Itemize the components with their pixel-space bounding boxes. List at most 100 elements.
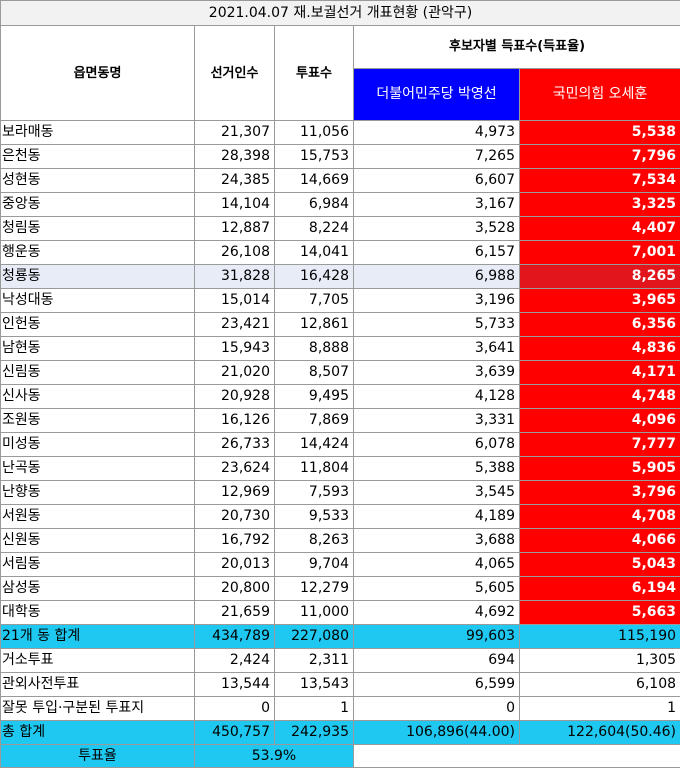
grand-total-row: 총 합계450,757242,935106,896(44.00)122,604(… [1,721,680,745]
district-name: 성현동 [1,169,195,193]
table-row: 난곡동23,62411,8045,3885,905 [1,457,680,481]
candidate-1-votes: 3,196 [354,289,520,313]
votes-count: 227,080 [275,625,354,649]
header-candidate-2: 국민의힘 오세훈 [520,69,680,121]
title-row: 2021.04.07 재.보궐선거 개표현황 (관악구) [1,1,680,26]
votes-count: 242,935 [275,721,354,745]
district-name: 남현동 [1,337,195,361]
candidate-2-votes: 5,043 [520,553,680,577]
district-name: 대학동 [1,601,195,625]
votes-count: 9,704 [275,553,354,577]
candidate-1-votes: 4,065 [354,553,520,577]
district-name: 행운동 [1,241,195,265]
votes-count: 8,507 [275,361,354,385]
district-name: 신사동 [1,385,195,409]
voters-count: 14,104 [195,193,275,217]
sheet-title: 2021.04.07 재.보궐선거 개표현황 (관악구) [1,1,680,26]
candidate-1-votes: 3,167 [354,193,520,217]
voters-count: 31,828 [195,265,275,289]
candidate-2-votes: 115,190 [520,625,680,649]
voters-count: 13,544 [195,673,275,697]
table-row: 난향동12,9697,5933,5453,796 [1,481,680,505]
voters-count: 0 [195,697,275,721]
candidate-1-votes: 0 [354,697,520,721]
votes-count: 11,056 [275,121,354,145]
table-row: 서림동20,0139,7044,0655,043 [1,553,680,577]
candidate-1-votes: 3,528 [354,217,520,241]
empty-cell [354,745,680,768]
table-row: 삼성동20,80012,2795,6056,194 [1,577,680,601]
candidate-1-votes: 6,599 [354,673,520,697]
table-row: 청림동12,8878,2243,5284,407 [1,217,680,241]
table-row: 중앙동14,1046,9843,1673,325 [1,193,680,217]
votes-count: 7,705 [275,289,354,313]
votes-count: 12,861 [275,313,354,337]
votes-count: 9,533 [275,505,354,529]
voters-count: 23,624 [195,457,275,481]
voters-count: 24,385 [195,169,275,193]
table-row: 잘못 투입·구분된 투표지0101 [1,697,680,721]
candidate-1-votes: 6,157 [354,241,520,265]
district-name: 낙성대동 [1,289,195,313]
table-row: 신원동16,7928,2633,6884,066 [1,529,680,553]
candidate-2-votes: 6,356 [520,313,680,337]
candidate-2-votes: 1,305 [520,649,680,673]
candidate-2-votes: 7,534 [520,169,680,193]
header-votes: 투표수 [275,26,354,121]
candidate-2-votes: 3,965 [520,289,680,313]
table-row: 은천동28,39815,7537,2657,796 [1,145,680,169]
voters-count: 434,789 [195,625,275,649]
votes-count: 14,424 [275,433,354,457]
candidate-2-votes: 4,066 [520,529,680,553]
district-name: 조원동 [1,409,195,433]
candidate-2-votes: 5,663 [520,601,680,625]
voters-count: 20,013 [195,553,275,577]
table-row: 조원동16,1267,8693,3314,096 [1,409,680,433]
votes-count: 7,869 [275,409,354,433]
candidate-1-votes: 3,545 [354,481,520,505]
candidate-1-votes: 106,896(44.00) [354,721,520,745]
voters-count: 12,969 [195,481,275,505]
table-row: 남현동15,9438,8883,6414,836 [1,337,680,361]
district-name: 난향동 [1,481,195,505]
candidate-2-votes: 1 [520,697,680,721]
table-row: 대학동21,65911,0004,6925,663 [1,601,680,625]
candidate-1-votes: 3,639 [354,361,520,385]
votes-count: 2,311 [275,649,354,673]
candidate-2-votes: 7,001 [520,241,680,265]
votes-count: 6,984 [275,193,354,217]
table-row: 청룡동31,82816,4286,9888,265 [1,265,680,289]
election-results-table: 2021.04.07 재.보궐선거 개표현황 (관악구) 읍면동명 선거인수 투… [0,0,680,768]
votes-count: 16,428 [275,265,354,289]
district-name: 인헌동 [1,313,195,337]
votes-count: 13,543 [275,673,354,697]
candidate-1-votes: 694 [354,649,520,673]
district-name: 거소투표 [1,649,195,673]
district-name: 중앙동 [1,193,195,217]
candidate-1-votes: 3,331 [354,409,520,433]
turnout-label: 투표율 [1,745,195,768]
voters-count: 26,733 [195,433,275,457]
table-row: 낙성대동15,0147,7053,1963,965 [1,289,680,313]
district-name: 잘못 투입·구분된 투표지 [1,697,195,721]
candidate-2-votes: 4,096 [520,409,680,433]
district-name: 신림동 [1,361,195,385]
candidate-2-votes: 7,796 [520,145,680,169]
votes-count: 11,000 [275,601,354,625]
table-row: 인헌동23,42112,8615,7336,356 [1,313,680,337]
candidate-1-votes: 3,688 [354,529,520,553]
voters-count: 28,398 [195,145,275,169]
header-candidate-1: 더불어민주당 박영선 [354,69,520,121]
candidate-1-votes: 99,603 [354,625,520,649]
candidate-2-votes: 6,108 [520,673,680,697]
candidate-2-votes: 3,325 [520,193,680,217]
district-name: 총 합계 [1,721,195,745]
votes-count: 14,041 [275,241,354,265]
candidate-1-votes: 7,265 [354,145,520,169]
voters-count: 15,943 [195,337,275,361]
dong-total-row: 21개 동 합계434,789227,08099,603115,190 [1,625,680,649]
candidate-1-votes: 4,692 [354,601,520,625]
table-row: 미성동26,73314,4246,0787,777 [1,433,680,457]
voters-count: 2,424 [195,649,275,673]
candidate-2-votes: 4,836 [520,337,680,361]
